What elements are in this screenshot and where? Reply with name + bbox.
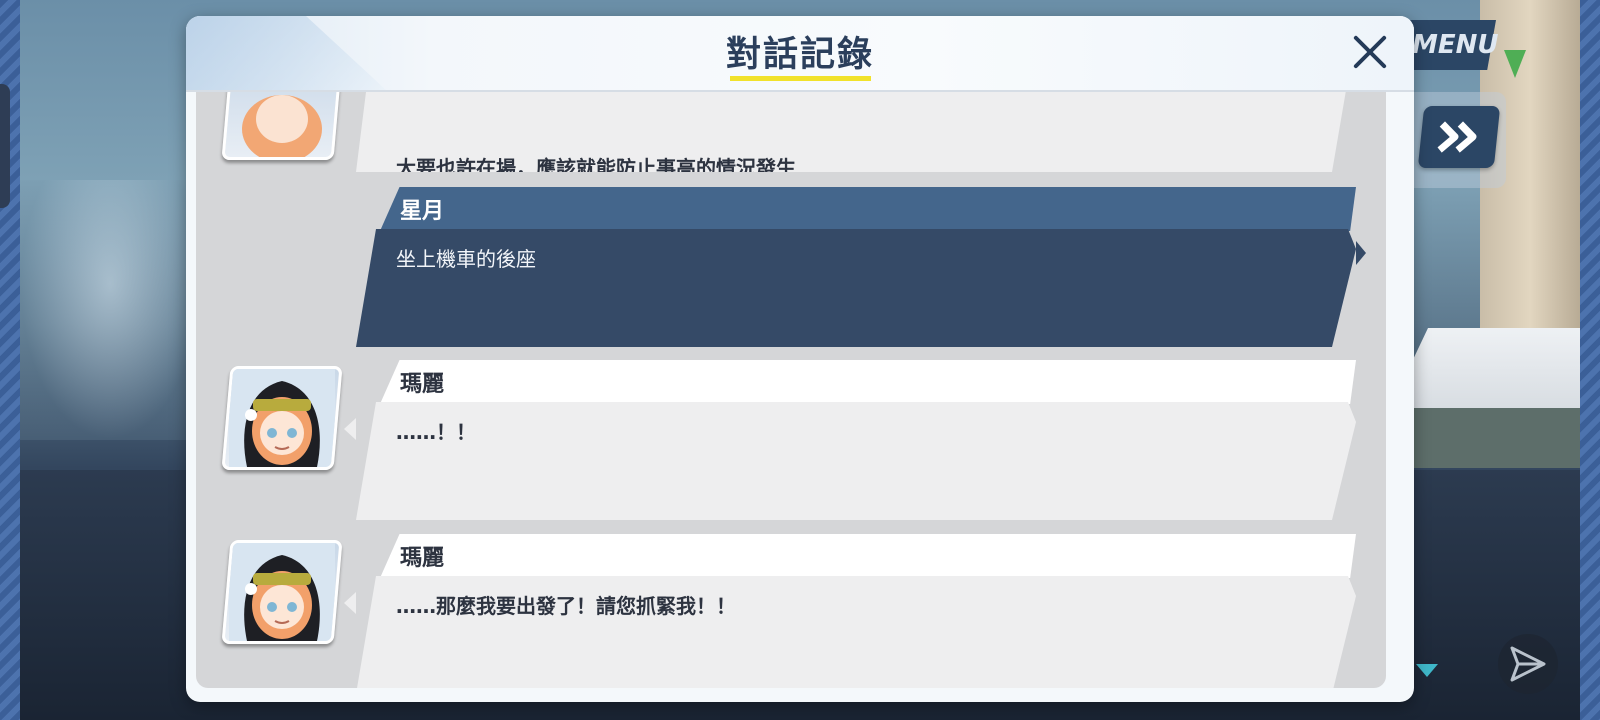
- message-text: ……那麼我要出發了！請您抓緊我！！: [396, 594, 736, 618]
- double-chevron-right-icon: [1437, 121, 1477, 153]
- speaker-avatar: [221, 92, 343, 160]
- log-scrollbar[interactable]: [1386, 92, 1404, 688]
- speaker-name: 瑪麗: [400, 546, 445, 571]
- fountain-scenery: [20, 180, 200, 440]
- message-bubble: 星月 坐上機車的後座: [356, 187, 1366, 347]
- market-stall-scenery: [1390, 408, 1580, 468]
- message-body: ……那麼我要出發了！請您抓緊我！！: [356, 576, 1356, 688]
- right-border-stripe: [1580, 0, 1600, 720]
- message-body: ……！！: [356, 402, 1356, 520]
- paper-plane-icon: [1510, 646, 1546, 682]
- triangle-down-icon: [1416, 664, 1438, 677]
- fast-forward-button[interactable]: [1417, 106, 1501, 168]
- message-bubble: 瑪麗 ……那麼我要出發了！請您抓緊我！！: [344, 534, 1356, 688]
- side-panel-tab[interactable]: [0, 84, 10, 208]
- message-text: 大要也許在場，應該就能防止事高的情況發生: [396, 156, 796, 180]
- speaker-name: 星月: [400, 199, 445, 224]
- menu-label[interactable]: MENU: [1412, 30, 1499, 60]
- speaker-avatar: [221, 540, 343, 644]
- message-body: 大要也許在場，應該就能防止事高的情況發生: [356, 92, 1356, 172]
- speaker-name-bar: 瑪麗: [380, 534, 1356, 578]
- dialog-header: 對話記錄: [186, 16, 1414, 90]
- speaker-name-bar: 瑪麗: [380, 360, 1356, 404]
- message-bubble: 瑪麗 ……！！: [344, 360, 1356, 520]
- close-button[interactable]: [1346, 28, 1394, 76]
- bubble-pointer: [344, 418, 356, 440]
- dialog-title: 對話記錄: [725, 35, 874, 75]
- message-text: 坐上機車的後座: [396, 247, 536, 271]
- dialogue-log-dialog: 對話記錄 大要也許在場，應該就能防止事高的情況發生 星月 坐上機車的後座 瑪麗 …: [186, 16, 1414, 702]
- bubble-pointer: [1356, 241, 1366, 265]
- speaker-name: 瑪麗: [400, 372, 445, 397]
- market-awning-scenery: [1390, 328, 1580, 408]
- auto-advance-button[interactable]: [1498, 634, 1558, 694]
- speaker-avatar: [221, 366, 343, 470]
- speaker-name-bar: 星月: [380, 187, 1356, 231]
- message-bubble: 大要也許在場，應該就能防止事高的情況發生: [356, 92, 1356, 172]
- dialogue-log-list[interactable]: 大要也許在場，應該就能防止事高的情況發生 星月 坐上機車的後座 瑪麗 ……！！ …: [196, 92, 1386, 688]
- message-body: 坐上機車的後座: [356, 229, 1356, 347]
- message-text: ……！！: [396, 420, 476, 444]
- bubble-pointer: [344, 592, 356, 614]
- title-underline: [730, 76, 871, 81]
